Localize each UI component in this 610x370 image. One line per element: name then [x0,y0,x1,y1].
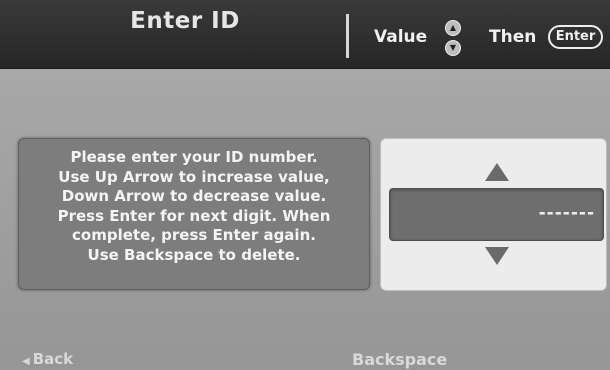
value-label: Value [374,27,428,47]
id-input-field[interactable]: ------- [389,188,604,241]
id-value: ------- [538,203,595,223]
increase-arrow-button[interactable] [485,163,509,181]
up-arrow-icon: ▲ [445,20,461,36]
back-label: Back [32,350,74,368]
then-label: Then [489,27,537,47]
backspace-button[interactable]: Backspace [352,350,447,369]
id-entry-panel: ------- [380,138,607,291]
instruction-line: Press Enter for next digit. When [57,206,331,225]
decrease-arrow-button[interactable] [485,247,509,265]
instructions-panel: Please enter your ID number. Use Up Arro… [18,138,370,290]
instruction-line: Use Up Arrow to increase value, [58,167,330,186]
header-bar: Enter ID Value ▲ ▼ Then Enter [0,0,610,69]
back-arrow-icon: ◀ [22,356,30,367]
instruction-line: Down Arrow to decrease value. [61,187,327,205]
header-divider [346,14,349,58]
instruction-line: Use Backspace to delete. [87,245,301,264]
down-arrow-icon: ▼ [445,40,461,56]
back-button[interactable]: ◀ Back [22,350,73,368]
instruction-line: complete, press Enter again. [72,226,316,244]
instruction-line: Please enter your ID number. [70,148,318,166]
enter-key-icon: Enter [548,25,603,49]
page-title: Enter ID [130,8,240,34]
